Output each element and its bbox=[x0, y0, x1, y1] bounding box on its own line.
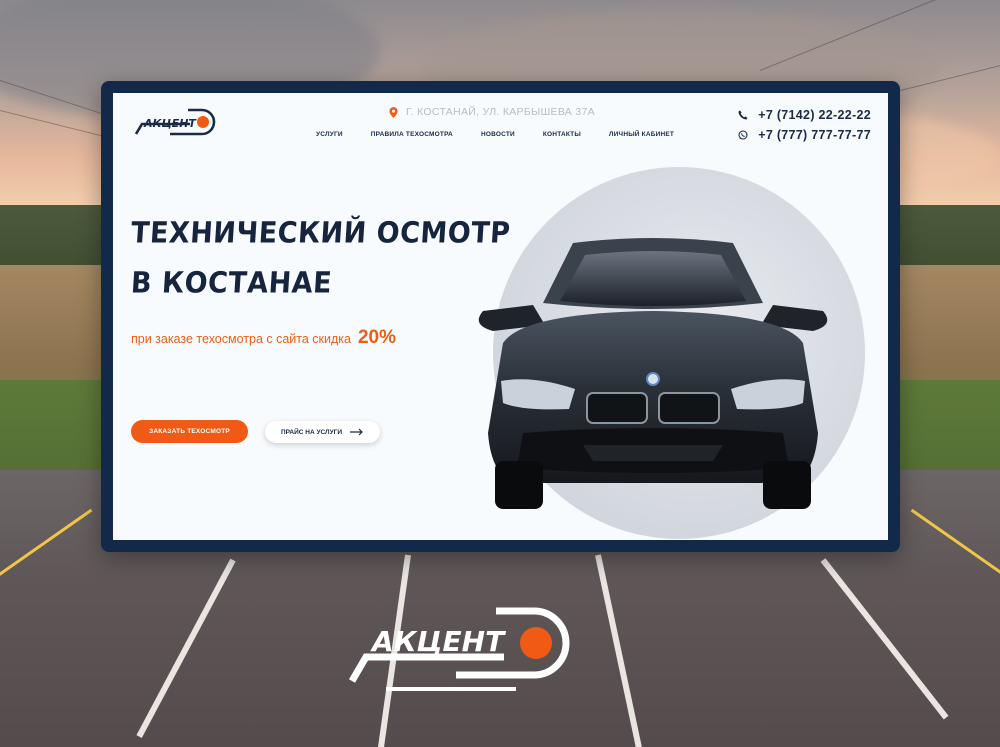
logo-wordmark: АКЦЕНТ bbox=[143, 117, 197, 130]
promo-text: при заказе техосмотра с сайта скидка bbox=[131, 332, 351, 346]
nav-services[interactable]: УСЛУГИ bbox=[316, 131, 343, 138]
arrow-right-icon bbox=[350, 428, 363, 436]
phone-row[interactable]: +7 (777) 777-77-77 bbox=[738, 125, 871, 145]
address: Г. КОСТАНАЙ, УЛ. КАРБЫШЕВА 37А bbox=[389, 106, 595, 118]
price-list-label: ПРАЙС НА УСЛУГИ bbox=[280, 428, 343, 436]
phones: +7 (7142) 22-22-22 +7 (777) 777-77-77 bbox=[738, 105, 871, 145]
address-text: Г. КОСТАНАЙ, УЛ. КАРБЫШЕВА 37А bbox=[406, 106, 595, 118]
main-nav: УСЛУГИ ПРАВИЛА ТЕХОСМОТРА НОВОСТИ КОНТАК… bbox=[316, 131, 674, 138]
phone-row[interactable]: +7 (7142) 22-22-22 bbox=[738, 105, 871, 125]
car-image bbox=[478, 238, 828, 509]
brand-logo-large: АКЦЕНТ bbox=[348, 607, 570, 691]
promo-value: 20% bbox=[357, 327, 397, 348]
website: АКЦЕНТ Г. КОСТАНАЙ, УЛ. КАРБЫШЕВА 37А УС… bbox=[113, 93, 888, 540]
order-inspection-label: ЗАКАЗАТЬ ТЕХОСМОТР bbox=[149, 428, 230, 435]
phone-number[interactable]: +7 (7142) 22-22-22 bbox=[758, 108, 871, 122]
logo-large-wordmark: АКЦЕНТ bbox=[370, 625, 506, 658]
whatsapp-icon bbox=[738, 130, 748, 140]
location-pin-icon bbox=[389, 106, 398, 118]
nav-account[interactable]: ЛИЧНЫЙ КАБИНЕТ bbox=[609, 131, 674, 138]
order-inspection-button[interactable]: ЗАКАЗАТЬ ТЕХОСМОТР bbox=[131, 420, 248, 443]
nav-inspection-rules[interactable]: ПРАВИЛА ТЕХОСМОТРА bbox=[371, 131, 453, 138]
nav-news[interactable]: НОВОСТИ bbox=[481, 131, 515, 138]
whatsapp-number[interactable]: +7 (777) 777-77-77 bbox=[758, 128, 871, 142]
nav-contacts[interactable]: КОНТАКТЫ bbox=[543, 131, 581, 138]
brand-logo[interactable]: АКЦЕНТ bbox=[130, 105, 218, 139]
promo: при заказе техосмотра с сайта скидка 20% bbox=[131, 327, 396, 349]
phone-icon bbox=[738, 110, 748, 120]
price-list-button[interactable]: ПРАЙС НА УСЛУГИ bbox=[265, 421, 380, 443]
hero-title-line1: ТЕХНИЧЕСКИЙ ОСМОТР bbox=[129, 216, 512, 251]
hero-title-line2: В КОСТАНАЕ bbox=[129, 266, 334, 301]
